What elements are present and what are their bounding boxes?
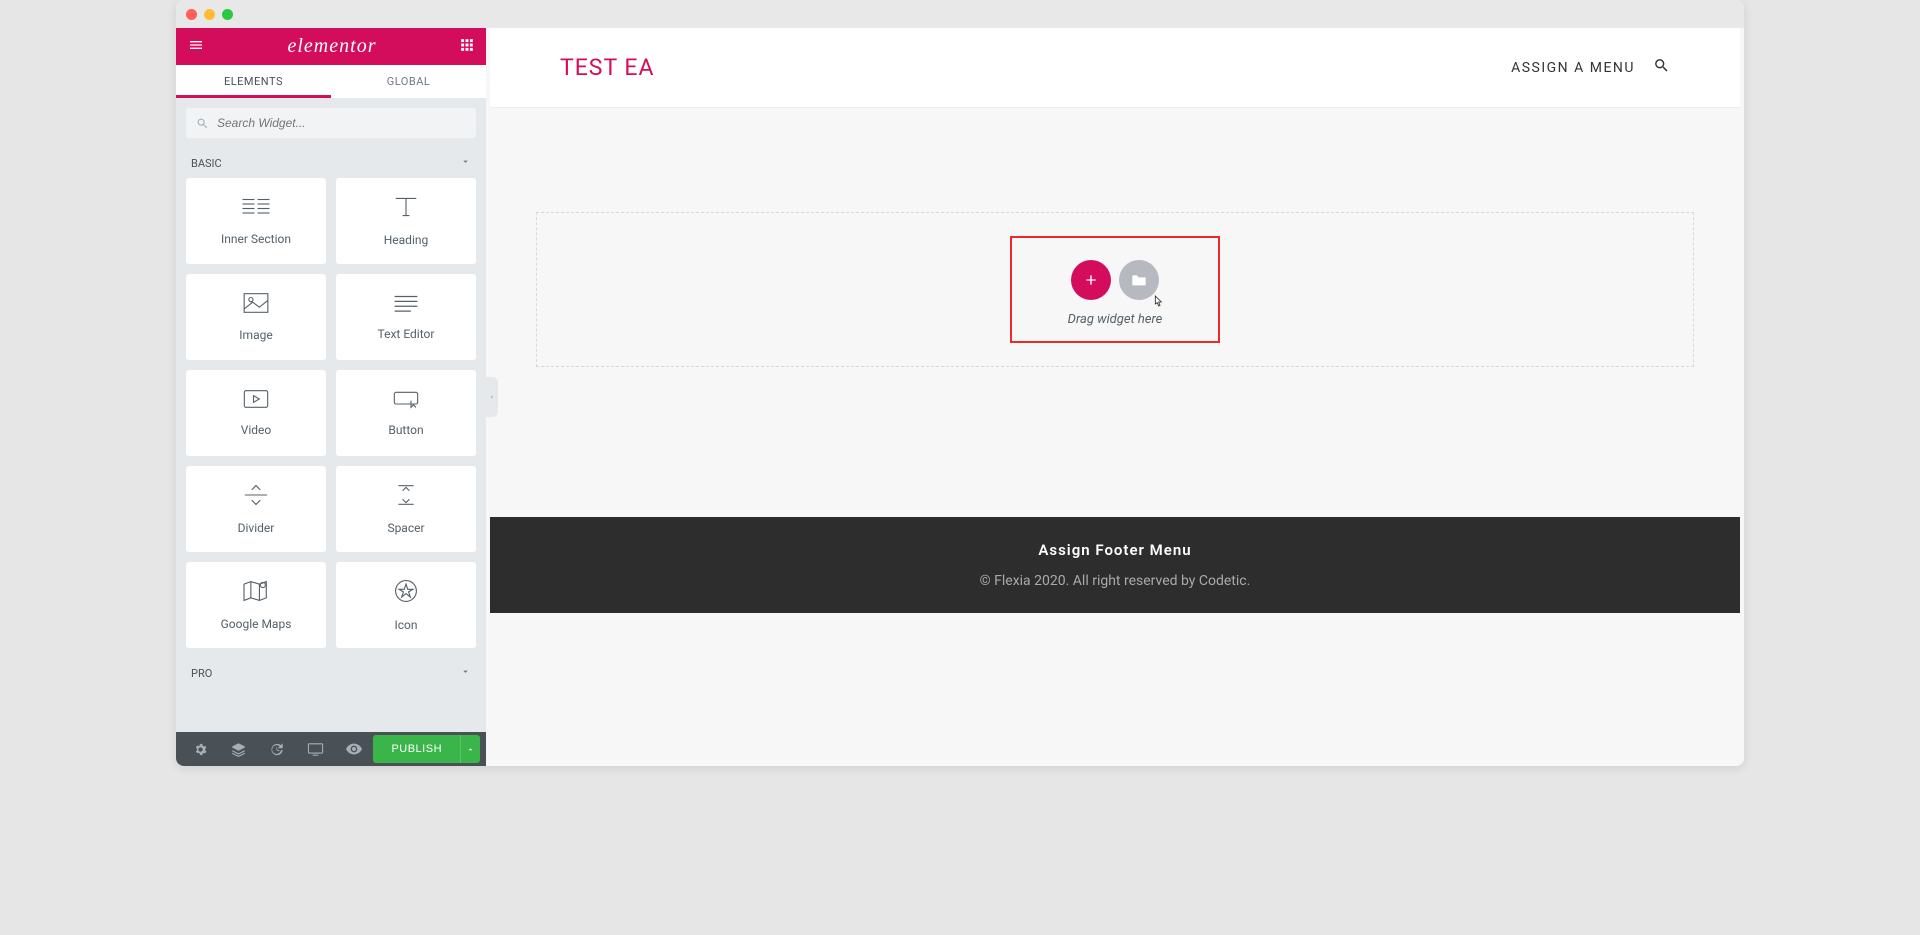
category-pro-label: PRO (191, 667, 212, 680)
button-icon (392, 389, 420, 413)
add-template-button[interactable] (1119, 260, 1159, 300)
widget-button[interactable]: Button (336, 370, 476, 456)
image-icon (242, 292, 270, 318)
widget-divider[interactable]: Divider (186, 466, 326, 552)
page-footer: Assign Footer Menu © Flexia 2020. All ri… (490, 517, 1740, 613)
navigator-icon[interactable] (220, 732, 258, 766)
assign-menu-link[interactable]: ASSIGN A MENU (1511, 60, 1635, 76)
drop-area[interactable]: Drag widget here (536, 212, 1694, 367)
sidebar: elementor ELEMENTS GLOBAL BASIC (176, 28, 486, 766)
chevron-down-icon (460, 666, 471, 680)
category-basic-header[interactable]: BASIC (176, 148, 486, 178)
page-header: TEST EA ASSIGN A MENU (490, 28, 1740, 108)
search-input[interactable] (209, 116, 466, 130)
brand-logo: elementor (288, 35, 377, 58)
apps-icon[interactable] (460, 37, 474, 56)
sidebar-header: elementor (176, 28, 486, 65)
widget-inner-section[interactable]: Inner Section (186, 178, 326, 264)
widget-label: Video (241, 423, 272, 437)
window-close-button[interactable] (186, 9, 197, 20)
plus-icon (1083, 272, 1099, 288)
history-icon[interactable] (258, 732, 296, 766)
widget-label: Heading (384, 233, 429, 247)
widget-heading[interactable]: Heading (336, 178, 476, 264)
divider-icon (243, 483, 269, 511)
columns-icon (241, 196, 271, 222)
settings-icon[interactable] (182, 732, 220, 766)
widget-label: Spacer (387, 521, 424, 535)
add-section-button[interactable] (1071, 260, 1111, 300)
publish-button[interactable]: PUBLISH (373, 735, 460, 763)
widget-video[interactable]: Video (186, 370, 326, 456)
widget-label: Google Maps (221, 617, 292, 631)
widget-google-maps[interactable]: Google Maps (186, 562, 326, 648)
page-title: TEST EA (560, 54, 655, 81)
widget-icon[interactable]: Icon (336, 562, 476, 648)
publish-options-button[interactable] (460, 735, 480, 763)
menu-icon[interactable] (188, 37, 204, 57)
sidebar-tabs: ELEMENTS GLOBAL (176, 65, 486, 98)
cursor-icon (1151, 294, 1165, 314)
widget-label: Icon (394, 618, 417, 632)
preview-icon[interactable] (336, 732, 374, 766)
widget-label: Inner Section (221, 232, 291, 246)
window-maximize-button[interactable] (222, 9, 233, 20)
heading-icon (392, 195, 420, 223)
category-pro-header[interactable]: PRO (176, 658, 486, 688)
search-widget-box[interactable] (186, 108, 476, 138)
widget-text-editor[interactable]: Text Editor (336, 274, 476, 360)
widget-label: Image (239, 328, 272, 342)
footer-copyright: © Flexia 2020. All right reserved by Cod… (980, 573, 1251, 589)
sidebar-footer: PUBLISH (176, 732, 486, 766)
responsive-icon[interactable] (296, 732, 336, 766)
text-lines-icon (393, 293, 419, 317)
category-basic-label: BASIC (191, 157, 222, 170)
drop-highlight: Drag widget here (1010, 236, 1220, 343)
widget-label: Button (388, 423, 423, 437)
sidebar-collapse-handle[interactable] (484, 377, 498, 417)
window-minimize-button[interactable] (204, 9, 215, 20)
video-icon (242, 389, 270, 413)
chevron-down-icon (460, 156, 471, 170)
map-icon (242, 579, 270, 607)
widget-label: Text Editor (378, 327, 435, 341)
tab-elements[interactable]: ELEMENTS (176, 65, 331, 98)
canvas: TEST EA ASSIGN A MENU (486, 28, 1744, 766)
widget-image[interactable]: Image (186, 274, 326, 360)
widget-spacer[interactable]: Spacer (336, 466, 476, 552)
header-search-icon[interactable] (1653, 57, 1670, 78)
tab-global[interactable]: GLOBAL (331, 65, 486, 98)
widget-label: Divider (238, 521, 275, 535)
widgets-grid: Inner Section Heading Image Text Editor … (176, 178, 486, 658)
window-titlebar (176, 0, 1744, 28)
folder-icon (1131, 273, 1147, 287)
search-icon (196, 117, 209, 130)
footer-menu-link[interactable]: Assign Footer Menu (1038, 541, 1191, 559)
star-icon (393, 578, 419, 608)
spacer-icon (395, 483, 417, 511)
drop-hint: Drag widget here (1068, 312, 1163, 327)
